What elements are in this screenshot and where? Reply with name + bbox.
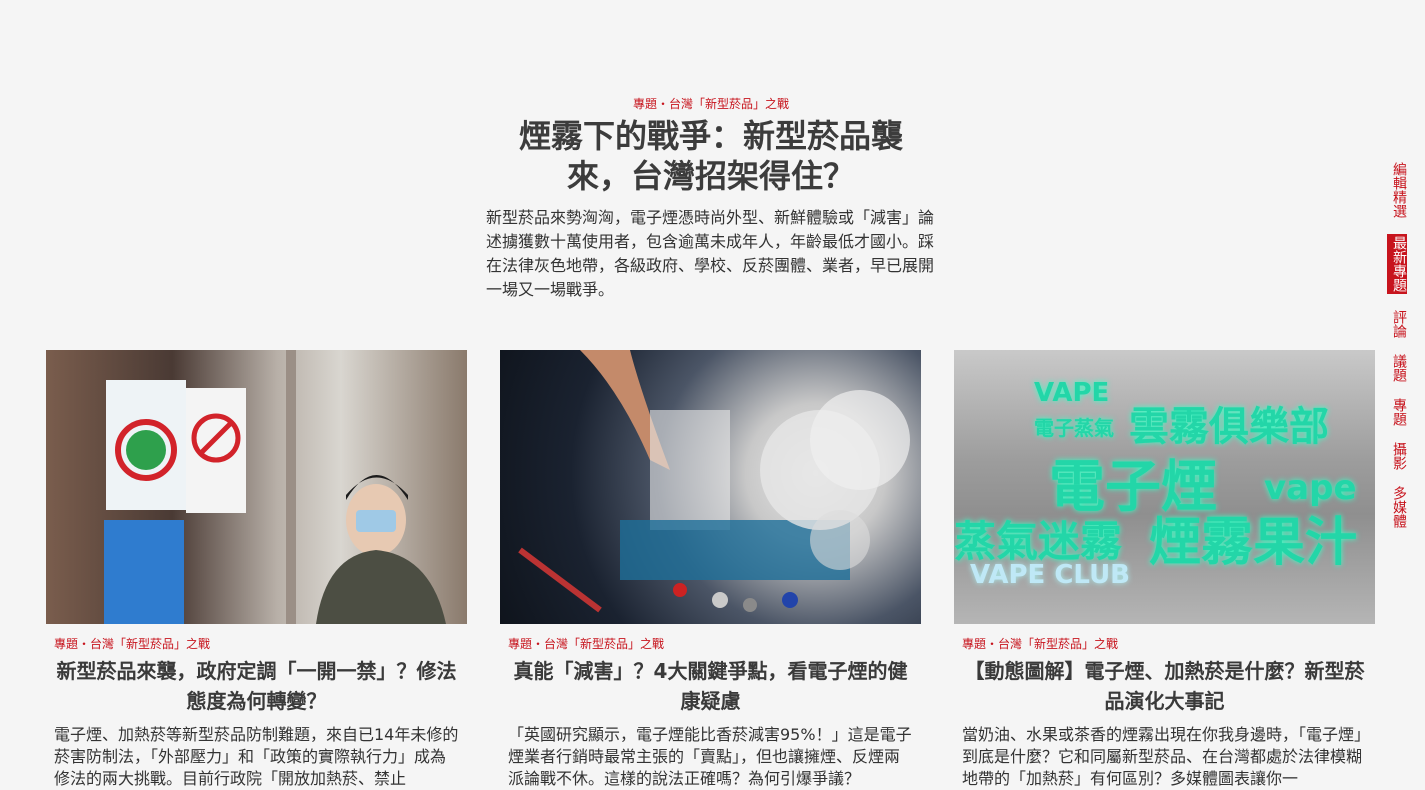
neon-text: VAPE [1034, 378, 1110, 408]
hero-section: 專題・台灣「新型菸品」之戰 煙霧下的戰爭：新型菸品襲來，台灣招架得住？ 新型菸品… [0, 94, 1422, 302]
card-description: 當奶油、水果或茶香的煙霧出現在你我身邊時，「電子煙」到底是什麼？它和同屬新型菸品… [962, 725, 1363, 788]
nav-item-multimedia[interactable]: 多媒體 [1387, 486, 1407, 528]
card-description: 電子煙、加熱菸等新型菸品防制難題，來自已14年未修的菸害防制法，「外部壓力」和「… [54, 725, 459, 788]
article-card[interactable]: 專題・台灣「新型菸品」之戰 新型菸品來襲，政府定調「一開一禁」？修法態度為何轉變… [46, 350, 467, 790]
article-image-neon-signs[interactable]: VAPE 電子蒸氣 雲霧俱樂部 電子煙 vape 蒸氣迷霧 煙霧果汁 VAPE … [954, 350, 1375, 624]
article-cards: 專題・台灣「新型菸品」之戰 新型菸品來襲，政府定調「一開一禁」？修法態度為何轉變… [46, 350, 1376, 788]
card-kicker[interactable]: 專題・台灣「新型菸品」之戰 [962, 634, 1367, 654]
neon-text: VAPE CLUB [970, 560, 1130, 590]
article-card[interactable]: VAPE 電子蒸氣 雲霧俱樂部 電子煙 vape 蒸氣迷霧 煙霧果汁 VAPE … [954, 350, 1375, 790]
card-description: 「英國研究顯示，電子煙能比香菸減害95%！」這是電子煙業者行銷時最常主張的「賣點… [508, 725, 912, 788]
article-card[interactable]: 專題・台灣「新型菸品」之戰 真能「減害」？4大關鍵爭點，看電子煙的健康疑慮 「英… [500, 350, 921, 790]
card-kicker[interactable]: 專題・台灣「新型菸品」之戰 [54, 634, 459, 654]
side-navigation: 編輯精選 最新專題 評論 議題 專題 攝影 多媒體 [1387, 162, 1407, 544]
hero-title[interactable]: 煙霧下的戰爭：新型菸品襲來，台灣招架得住？ [511, 116, 911, 196]
card-title[interactable]: 新型菸品來襲，政府定調「一開一禁」？修法態度為何轉變？ [54, 656, 459, 716]
article-image-vape-workbench[interactable] [500, 350, 921, 624]
nav-item-features[interactable]: 專題 [1387, 398, 1407, 426]
nav-item-editors-picks[interactable]: 編輯精選 [1387, 162, 1407, 218]
neon-text: 電子蒸氣 [1034, 416, 1114, 440]
card-title[interactable]: 真能「減害」？4大關鍵爭點，看電子煙的健康疑慮 [508, 656, 913, 716]
card-title[interactable]: 【動態圖解】電子煙、加熱菸是什麼？新型菸品演化大事記 [962, 656, 1367, 716]
photo-vape-smoke [518, 350, 910, 613]
neon-text: 煙霧果汁 [1149, 513, 1358, 573]
nav-item-photography[interactable]: 攝影 [1387, 442, 1407, 470]
nav-item-commentary[interactable]: 評論 [1387, 310, 1407, 338]
card-kicker[interactable]: 專題・台灣「新型菸品」之戰 [508, 634, 913, 654]
nav-item-latest-features[interactable]: 最新專題 [1387, 234, 1407, 294]
hero-kicker[interactable]: 專題・台灣「新型菸品」之戰 [0, 94, 1422, 114]
photo-no-smoking-sign [104, 350, 446, 624]
nav-item-issues[interactable]: 議題 [1387, 354, 1407, 382]
article-image-smoking-ban[interactable] [46, 350, 467, 624]
hero-description: 新型菸品來勢洶洶，電子煙憑時尚外型、新鮮體驗或「減害」論述擄獲數十萬使用者，包含… [486, 208, 935, 299]
